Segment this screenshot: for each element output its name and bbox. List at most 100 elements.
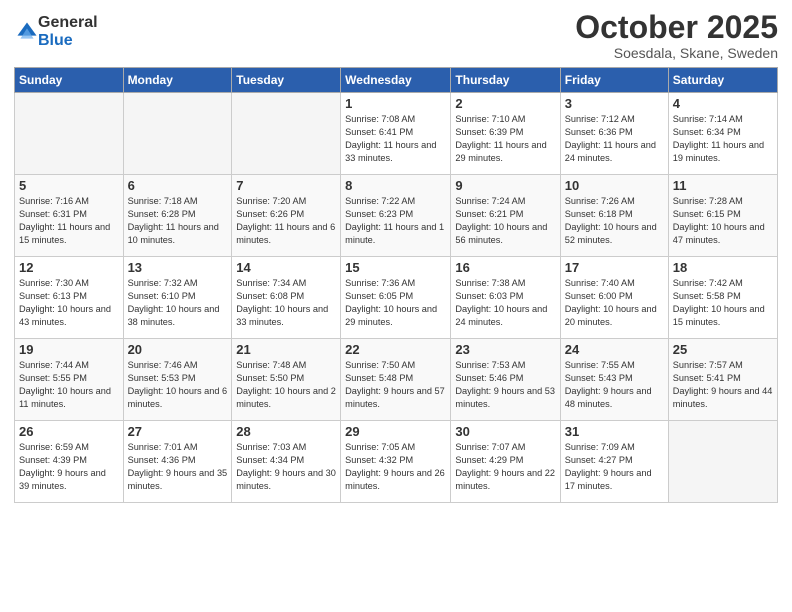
day-cell-4-3: 21Sunrise: 7:48 AM Sunset: 5:50 PM Dayli…: [232, 339, 341, 421]
col-tuesday: Tuesday: [232, 68, 341, 93]
day-info: Sunrise: 7:40 AM Sunset: 6:00 PM Dayligh…: [565, 277, 664, 329]
col-friday: Friday: [560, 68, 668, 93]
day-info: Sunrise: 7:50 AM Sunset: 5:48 PM Dayligh…: [345, 359, 446, 411]
day-info: Sunrise: 7:55 AM Sunset: 5:43 PM Dayligh…: [565, 359, 664, 411]
day-number: 21: [236, 342, 336, 357]
logo-text: General Blue: [38, 14, 98, 49]
col-thursday: Thursday: [451, 68, 560, 93]
header-row: Sunday Monday Tuesday Wednesday Thursday…: [15, 68, 778, 93]
day-number: 27: [128, 424, 228, 439]
title-section: October 2025 Soesdala, Skane, Sweden: [575, 10, 778, 61]
day-cell-5-6: 31 Sunrise: 7:09 AM Sunset: 4:27 PM Dayli…: [560, 421, 668, 503]
col-sunday: Sunday: [15, 68, 124, 93]
day-cell-1-2: [123, 93, 232, 175]
day-number: 16: [455, 260, 555, 275]
day-number: 30: [455, 424, 555, 439]
day-cell-1-7: 4 Sunrise: 7:14 AM Sunset: 6:34 PM Daylig…: [668, 93, 777, 175]
day-number: 15: [345, 260, 446, 275]
day-cell-2-4: 8 Sunrise: 7:22 AM Sunset: 6:23 PM Daylig…: [341, 175, 451, 257]
day-number: 1: [345, 96, 446, 111]
day-info: Sunrise: 7:10 AM Sunset: 6:39 PM Dayligh…: [455, 113, 555, 165]
day-number: 12: [19, 260, 119, 275]
day-number: 28: [236, 424, 336, 439]
day-cell-5-5: 30 Sunrise: 7:07 AM Sunset: 4:29 PM Dayli…: [451, 421, 560, 503]
month-title: October 2025: [575, 10, 778, 45]
page-container: General Blue October 2025 Soesdala, Skan…: [0, 0, 792, 612]
col-monday: Monday: [123, 68, 232, 93]
week-row-2: 5 Sunrise: 7:16 AM Sunset: 6:31 PM Daylig…: [15, 175, 778, 257]
day-info: Sunrise: 7:12 AM Sunset: 6:36 PM Dayligh…: [565, 113, 664, 165]
day-cell-4-2: 20Sunrise: 7:46 AM Sunset: 5:53 PM Dayli…: [123, 339, 232, 421]
header: General Blue October 2025 Soesdala, Skan…: [14, 10, 778, 61]
day-number: 25: [673, 342, 773, 357]
col-wednesday: Wednesday: [341, 68, 451, 93]
day-info: Sunrise: 7:42 AM Sunset: 5:58 PM Dayligh…: [673, 277, 773, 329]
day-cell-5-1: 26Sunrise: 6:59 AM Sunset: 4:39 PM Dayli…: [15, 421, 124, 503]
day-info: Sunrise: 7:07 AM Sunset: 4:29 PM Dayligh…: [455, 441, 555, 493]
day-cell-3-5: 16Sunrise: 7:38 AM Sunset: 6:03 PM Dayli…: [451, 257, 560, 339]
day-info: Sunrise: 7:53 AM Sunset: 5:46 PM Dayligh…: [455, 359, 555, 411]
day-cell-3-6: 17 Sunrise: 7:40 AM Sunset: 6:00 PM Dayli…: [560, 257, 668, 339]
day-cell-4-7: 25 Sunrise: 7:57 AM Sunset: 5:41 PM Dayli…: [668, 339, 777, 421]
day-number: 2: [455, 96, 555, 111]
day-number: 22: [345, 342, 446, 357]
day-number: 5: [19, 178, 119, 193]
day-cell-2-1: 5 Sunrise: 7:16 AM Sunset: 6:31 PM Daylig…: [15, 175, 124, 257]
day-cell-4-5: 23 Sunrise: 7:53 AM Sunset: 5:46 PM Dayli…: [451, 339, 560, 421]
day-cell-4-4: 22 Sunrise: 7:50 AM Sunset: 5:48 PM Dayli…: [341, 339, 451, 421]
day-info: Sunrise: 7:44 AM Sunset: 5:55 PM Dayligh…: [19, 359, 119, 411]
day-cell-3-4: 15 Sunrise: 7:36 AM Sunset: 6:05 PM Dayli…: [341, 257, 451, 339]
day-info: Sunrise: 7:03 AM Sunset: 4:34 PM Dayligh…: [236, 441, 336, 493]
logo: General Blue: [14, 14, 98, 49]
day-cell-5-3: 28 Sunrise: 7:03 AM Sunset: 4:34 PM Dayli…: [232, 421, 341, 503]
day-info: Sunrise: 7:22 AM Sunset: 6:23 PM Dayligh…: [345, 195, 446, 247]
logo-icon: [16, 21, 38, 43]
day-info: Sunrise: 7:16 AM Sunset: 6:31 PM Dayligh…: [19, 195, 119, 247]
day-cell-1-3: [232, 93, 341, 175]
day-cell-5-4: 29 Sunrise: 7:05 AM Sunset: 4:32 PM Dayli…: [341, 421, 451, 503]
day-info: Sunrise: 7:24 AM Sunset: 6:21 PM Dayligh…: [455, 195, 555, 247]
day-number: 4: [673, 96, 773, 111]
day-number: 3: [565, 96, 664, 111]
day-info: Sunrise: 7:36 AM Sunset: 6:05 PM Dayligh…: [345, 277, 446, 329]
calendar-table: Sunday Monday Tuesday Wednesday Thursday…: [14, 67, 778, 503]
day-number: 23: [455, 342, 555, 357]
day-cell-2-5: 9Sunrise: 7:24 AM Sunset: 6:21 PM Daylig…: [451, 175, 560, 257]
day-number: 11: [673, 178, 773, 193]
day-cell-5-7: [668, 421, 777, 503]
week-row-1: 1 Sunrise: 7:08 AM Sunset: 6:41 PM Daylig…: [15, 93, 778, 175]
day-info: Sunrise: 7:08 AM Sunset: 6:41 PM Dayligh…: [345, 113, 446, 165]
day-cell-1-5: 2 Sunrise: 7:10 AM Sunset: 6:39 PM Daylig…: [451, 93, 560, 175]
day-number: 8: [345, 178, 446, 193]
day-cell-3-3: 14Sunrise: 7:34 AM Sunset: 6:08 PM Dayli…: [232, 257, 341, 339]
day-cell-2-6: 10Sunrise: 7:26 AM Sunset: 6:18 PM Dayli…: [560, 175, 668, 257]
day-info: Sunrise: 7:14 AM Sunset: 6:34 PM Dayligh…: [673, 113, 773, 165]
day-cell-3-7: 18Sunrise: 7:42 AM Sunset: 5:58 PM Dayli…: [668, 257, 777, 339]
day-info: Sunrise: 7:05 AM Sunset: 4:32 PM Dayligh…: [345, 441, 446, 493]
logo-general: General: [38, 14, 98, 32]
day-info: Sunrise: 7:20 AM Sunset: 6:26 PM Dayligh…: [236, 195, 336, 247]
day-number: 31: [565, 424, 664, 439]
day-number: 29: [345, 424, 446, 439]
location-subtitle: Soesdala, Skane, Sweden: [575, 45, 778, 61]
day-cell-5-2: 27 Sunrise: 7:01 AM Sunset: 4:36 PM Dayli…: [123, 421, 232, 503]
day-number: 7: [236, 178, 336, 193]
day-number: 13: [128, 260, 228, 275]
day-info: Sunrise: 7:57 AM Sunset: 5:41 PM Dayligh…: [673, 359, 773, 411]
day-number: 26: [19, 424, 119, 439]
day-number: 10: [565, 178, 664, 193]
day-number: 24: [565, 342, 664, 357]
day-info: Sunrise: 7:30 AM Sunset: 6:13 PM Dayligh…: [19, 277, 119, 329]
day-info: Sunrise: 7:32 AM Sunset: 6:10 PM Dayligh…: [128, 277, 228, 329]
day-cell-2-2: 6Sunrise: 7:18 AM Sunset: 6:28 PM Daylig…: [123, 175, 232, 257]
day-cell-4-1: 19 Sunrise: 7:44 AM Sunset: 5:55 PM Dayli…: [15, 339, 124, 421]
day-info: Sunrise: 7:09 AM Sunset: 4:27 PM Dayligh…: [565, 441, 664, 493]
day-number: 19: [19, 342, 119, 357]
day-number: 17: [565, 260, 664, 275]
day-info: Sunrise: 7:01 AM Sunset: 4:36 PM Dayligh…: [128, 441, 228, 493]
day-number: 20: [128, 342, 228, 357]
day-cell-4-6: 24 Sunrise: 7:55 AM Sunset: 5:43 PM Dayli…: [560, 339, 668, 421]
day-cell-1-1: [15, 93, 124, 175]
col-saturday: Saturday: [668, 68, 777, 93]
day-cell-1-6: 3 Sunrise: 7:12 AM Sunset: 6:36 PM Daylig…: [560, 93, 668, 175]
